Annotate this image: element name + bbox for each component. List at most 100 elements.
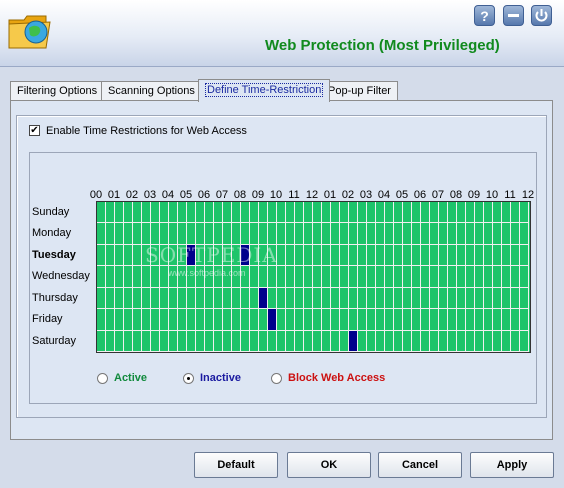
schedule-cell[interactable] <box>457 287 466 310</box>
schedule-cell[interactable] <box>394 266 403 288</box>
schedule-cell[interactable] <box>205 202 214 224</box>
schedule-cell[interactable] <box>286 266 295 288</box>
active-label[interactable]: Active <box>114 372 147 384</box>
schedule-cell[interactable] <box>196 309 205 331</box>
schedule-cell[interactable] <box>160 223 169 245</box>
cancel-button[interactable]: Cancel <box>378 452 462 478</box>
schedule-cell[interactable] <box>304 287 313 310</box>
schedule-cell[interactable] <box>511 223 520 245</box>
schedule-cell[interactable] <box>106 266 115 288</box>
schedule-cell[interactable] <box>187 202 196 224</box>
schedule-cell[interactable] <box>313 223 322 245</box>
schedule-cell[interactable] <box>520 287 529 310</box>
schedule-cell[interactable] <box>484 244 493 267</box>
schedule-cell[interactable] <box>358 266 367 288</box>
schedule-cell[interactable] <box>349 223 358 245</box>
schedule-cell[interactable] <box>142 287 151 310</box>
schedule-cell[interactable] <box>484 202 493 224</box>
schedule-cell[interactable] <box>349 266 358 288</box>
schedule-cell[interactable] <box>430 202 439 224</box>
schedule-cell[interactable] <box>124 287 133 310</box>
schedule-cell[interactable] <box>493 244 502 267</box>
schedule-cell[interactable] <box>430 244 439 267</box>
schedule-cell[interactable] <box>268 266 277 288</box>
schedule-cell[interactable] <box>169 287 178 310</box>
schedule-cell[interactable] <box>457 309 466 331</box>
schedule-cell[interactable] <box>322 287 331 310</box>
schedule-cell[interactable] <box>169 330 178 352</box>
schedule-cell[interactable] <box>484 309 493 331</box>
schedule-cell[interactable] <box>385 223 394 245</box>
schedule-cell[interactable] <box>259 330 268 352</box>
schedule-cell[interactable] <box>322 266 331 288</box>
schedule-cell[interactable] <box>340 330 349 352</box>
schedule-cell[interactable] <box>313 202 322 224</box>
schedule-cell[interactable] <box>502 202 511 224</box>
schedule-cell[interactable] <box>376 330 385 352</box>
schedule-cell[interactable] <box>124 266 133 288</box>
schedule-cell[interactable] <box>259 266 268 288</box>
schedule-cell[interactable] <box>106 309 115 331</box>
schedule-cell[interactable] <box>412 202 421 224</box>
schedule-cell[interactable] <box>403 287 412 310</box>
schedule-cell[interactable] <box>115 223 124 245</box>
schedule-cell[interactable] <box>259 223 268 245</box>
schedule-cell[interactable] <box>502 287 511 310</box>
schedule-cell[interactable] <box>403 223 412 245</box>
schedule-cell[interactable] <box>97 309 106 331</box>
schedule-cell[interactable] <box>295 202 304 224</box>
schedule-cell[interactable] <box>403 202 412 224</box>
schedule-cell[interactable] <box>196 202 205 224</box>
schedule-cell[interactable] <box>151 223 160 245</box>
schedule-cell[interactable] <box>169 309 178 331</box>
schedule-cell[interactable] <box>403 266 412 288</box>
schedule-cell[interactable] <box>241 202 250 224</box>
schedule-cell[interactable] <box>160 309 169 331</box>
schedule-cell[interactable] <box>169 223 178 245</box>
schedule-cell[interactable] <box>475 244 484 267</box>
schedule-cell[interactable] <box>457 244 466 267</box>
schedule-cell[interactable] <box>205 330 214 352</box>
schedule-cell[interactable] <box>367 330 376 352</box>
schedule-cell[interactable] <box>223 309 232 331</box>
schedule-cell[interactable] <box>322 223 331 245</box>
schedule-cell[interactable] <box>331 223 340 245</box>
schedule-cell[interactable] <box>115 202 124 224</box>
schedule-cell[interactable] <box>421 330 430 352</box>
schedule-cell[interactable] <box>502 309 511 331</box>
help-button[interactable]: ? <box>474 5 495 26</box>
schedule-cell[interactable] <box>520 202 529 224</box>
schedule-cell[interactable] <box>421 244 430 267</box>
schedule-cell[interactable] <box>277 287 286 310</box>
schedule-cell[interactable] <box>214 223 223 245</box>
schedule-cell[interactable] <box>133 266 142 288</box>
schedule-cell[interactable] <box>277 223 286 245</box>
schedule-cell[interactable] <box>223 202 232 224</box>
active-radio[interactable] <box>97 373 108 384</box>
schedule-cell[interactable] <box>223 223 232 245</box>
schedule-cell[interactable] <box>466 244 475 267</box>
schedule-cell[interactable] <box>385 266 394 288</box>
schedule-cell[interactable] <box>304 330 313 352</box>
schedule-cell[interactable] <box>286 309 295 331</box>
schedule-cell[interactable] <box>502 330 511 352</box>
schedule-cell[interactable] <box>475 223 484 245</box>
schedule-cell[interactable] <box>493 330 502 352</box>
schedule-cell[interactable] <box>250 202 259 224</box>
schedule-cell[interactable] <box>214 330 223 352</box>
tab-filtering-options[interactable]: Filtering Options <box>10 81 105 101</box>
schedule-cell[interactable] <box>151 330 160 352</box>
schedule-cell[interactable] <box>484 330 493 352</box>
schedule-cell[interactable] <box>187 287 196 310</box>
schedule-cell[interactable] <box>187 330 196 352</box>
schedule-cell[interactable] <box>295 223 304 245</box>
schedule-cell[interactable] <box>268 223 277 245</box>
schedule-grid[interactable] <box>96 201 531 353</box>
schedule-cell[interactable] <box>340 223 349 245</box>
schedule-cell[interactable] <box>385 330 394 352</box>
schedule-cell[interactable] <box>205 287 214 310</box>
schedule-cell[interactable] <box>268 287 277 310</box>
schedule-cell[interactable] <box>484 266 493 288</box>
schedule-cell[interactable] <box>493 266 502 288</box>
schedule-cell[interactable] <box>511 330 520 352</box>
